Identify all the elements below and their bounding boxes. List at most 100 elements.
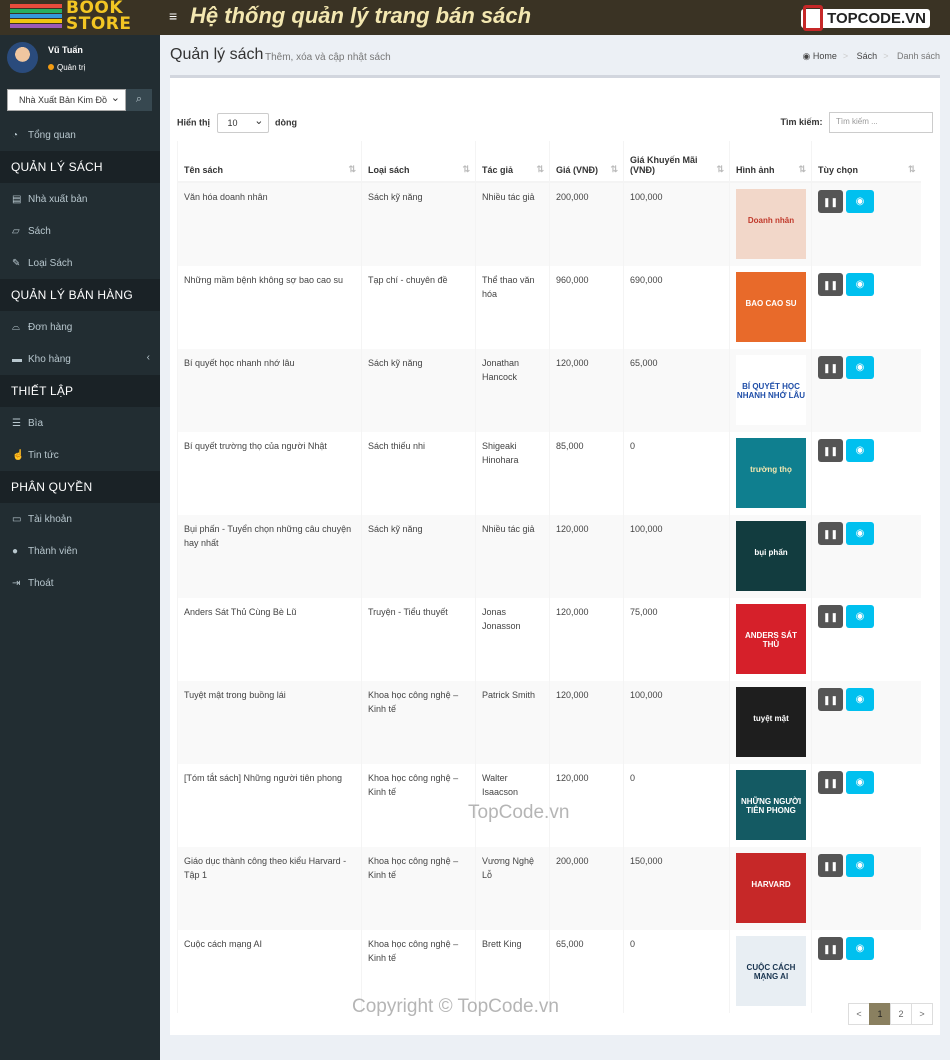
pause-icon: ❚❚ [822,445,839,456]
cell-author: Thể thao văn hóa [475,266,550,349]
sidebar-item-covers[interactable]: ☰ Bìa [0,407,160,439]
cell-name: Giáo dục thành công theo kiểu Harvard - … [177,847,362,930]
cell-type: Tạp chí - chuyên đề [361,266,476,349]
page-size-select[interactable]: 10 [216,113,269,133]
page-1-button[interactable]: 1 [869,1003,891,1025]
pause-icon: ❚❚ [822,528,839,539]
cell-image: HARVARD [729,847,812,930]
sidebar-search: Nhà Xuất Bản Kim Đồ ⌕ [7,89,152,111]
view-button[interactable]: ◉ [846,771,874,794]
publisher-select[interactable]: Nhà Xuất Bản Kim Đồ [7,89,126,111]
logo[interactable]: BOOK STORE [0,0,160,35]
view-button[interactable]: ◉ [846,605,874,628]
cell-sale: 100,000 [623,515,730,598]
col-header-sale-price[interactable]: Giá Khuyến Mãi (VNĐ) ⇅ [623,141,730,183]
pause-button[interactable]: ❚❚ [818,771,843,794]
section-header-settings: THIẾT LẬP [0,375,160,407]
pause-button[interactable]: ❚❚ [818,439,843,462]
book-cover-image: CUỘC CÁCH MẠNG AI [736,936,806,1006]
sidebar-item-publishers[interactable]: ▤ Nhà xuất bản [0,183,160,215]
pause-button[interactable]: ❚❚ [818,937,843,960]
sidebar-item-logout[interactable]: ⇥ Thoát [0,567,160,599]
show-label: Hiển thị [177,117,210,128]
view-button[interactable]: ◉ [846,439,874,462]
breadcrumb-books[interactable]: Sách [857,51,878,61]
col-header-name[interactable]: Tên sách ⇅ [177,141,362,183]
col-header-author[interactable]: Tác giả ⇅ [475,141,550,183]
watermark: TopCode.vn [468,802,570,823]
table-row: Bí quyết trường thọ của người Nhật Sách t… [177,432,921,515]
eye-icon: ◉ [855,776,865,788]
view-button[interactable]: ◉ [846,273,874,296]
eye-icon: ◉ [855,942,865,954]
next-page-button[interactable]: > [911,1003,933,1025]
cell-image: trường thọ [729,432,812,515]
row-actions: ❚❚ ◉ [818,688,915,711]
user-panel: Vũ Tuấn Quản trị [0,35,160,85]
pause-button[interactable]: ❚❚ [818,688,843,711]
col-header-price[interactable]: Giá (VNĐ) ⇅ [549,141,624,183]
sidebar-item-book-types[interactable]: ✎ Loại Sách [0,247,160,279]
cell-actions: ❚❚ ◉ [811,515,921,598]
col-header-options[interactable]: Tùy chọn ⇅ [811,141,921,183]
pause-button[interactable]: ❚❚ [818,854,843,877]
view-button[interactable]: ◉ [846,688,874,711]
sidebar-item-warehouse[interactable]: ▬ Kho hàng ‹ [0,343,160,375]
breadcrumb-home[interactable]: Home [813,51,837,61]
pause-icon: ❚❚ [822,362,839,373]
cover-title: BÍ QUYẾT HỌC NHANH NHỚ LÂU [736,381,806,400]
pause-button[interactable]: ❚❚ [818,605,843,628]
section-header-permissions: PHÂN QUYỀN [0,471,160,503]
pause-button[interactable]: ❚❚ [818,356,843,379]
table-row: Anders Sát Thủ Cùng Bè Lũ Truyện - Tiểu t… [177,598,921,681]
menu-toggle-icon[interactable]: ≡ [169,8,177,24]
col-header-image[interactable]: Hình ảnh ⇅ [729,141,812,183]
sidebar-item-accounts[interactable]: ▭ Tài khoản [0,503,160,535]
row-actions: ❚❚ ◉ [818,356,915,379]
sidebar-item-books[interactable]: ▱ Sách [0,215,160,247]
view-button[interactable]: ◉ [846,522,874,545]
breadcrumb: ◉ Home > Sách > Danh sách [802,51,941,61]
cell-author: Jonas Jonasson [475,598,550,681]
status-dot-icon [48,64,54,70]
pause-button[interactable]: ❚❚ [818,522,843,545]
book-cover-image: ANDERS SÁT THỦ [736,604,806,674]
cell-price: 120,000 [549,681,624,764]
sort-icon: ⇅ [907,164,916,174]
top-navbar: BOOK STORE ≡ Hệ thống quản lý trang bán … [0,0,950,35]
search-button[interactable]: ⌕ [126,89,152,111]
view-button[interactable]: ◉ [846,356,874,379]
sidebar-item-news[interactable]: ☝ Tin tức [0,439,160,471]
sidebar-item-members[interactable]: ● Thành viên [0,535,160,567]
search-icon: ⌕ [135,93,143,105]
cell-type: Khoa học công nghệ – Kinh tế [361,681,476,764]
sidebar-item-label: Tổng quan [28,129,76,141]
pause-icon: ❚❚ [822,611,839,622]
view-button[interactable]: ◉ [846,937,874,960]
breadcrumb-list: Danh sách [896,51,940,61]
cell-name: Văn hóa doanh nhân [177,182,362,266]
inbox-icon: ⌓ [12,321,20,333]
book-icon: ▱ [12,225,20,237]
brand-text: TOPCODE.VN [827,10,926,27]
view-button[interactable]: ◉ [846,854,874,877]
page-subtitle: Thêm, xóa và cập nhật sách [265,52,391,63]
page-2-button[interactable]: 2 [890,1003,912,1025]
sidebar-item-dashboard[interactable]: ◔ Tổng quan [0,119,160,151]
pause-button[interactable]: ❚❚ [818,273,843,296]
cell-name: Tuyệt mật trong buồng lái [177,681,362,764]
sort-icon: ⇅ [462,164,470,174]
cover-title: HARVARD [751,879,791,889]
table-header-row: Tên sách ⇅ Loại sách ⇅ Tác giả ⇅ Giá (VNĐ) ⇅… [177,141,921,183]
pause-button[interactable]: ❚❚ [818,190,843,213]
cell-image: BAO CAO SU [729,266,812,349]
sidebar-item-orders[interactable]: ⌓ Đơn hàng [0,311,160,343]
search-input[interactable]: Tìm kiếm ... [829,112,933,133]
row-actions: ❚❚ ◉ [818,273,915,296]
cell-price: 120,000 [549,515,624,598]
cell-name: [Tóm tắt sách] Những người tiên phong [177,764,362,847]
cell-image: BÍ QUYẾT HỌC NHANH NHỚ LÂU [729,349,812,432]
prev-page-button[interactable]: < [848,1003,870,1025]
col-header-type[interactable]: Loại sách ⇅ [361,141,476,183]
view-button[interactable]: ◉ [846,190,874,213]
